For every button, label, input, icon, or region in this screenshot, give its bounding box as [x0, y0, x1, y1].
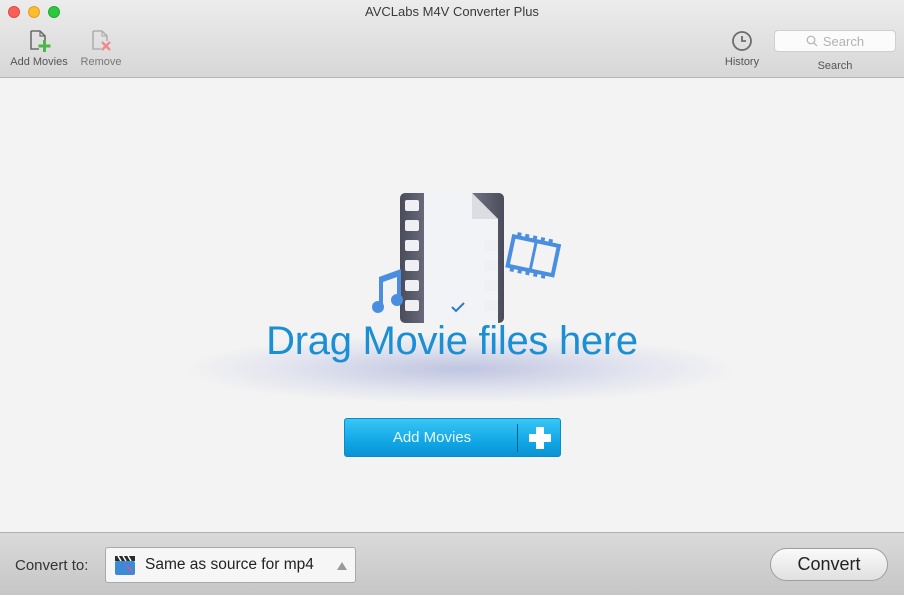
- search-input[interactable]: Search: [774, 30, 896, 52]
- add-movies-toolbar-label: Add Movies: [10, 56, 68, 68]
- output-format-value: Same as source for mp4: [145, 556, 314, 573]
- remove-toolbar-button[interactable]: Remove: [76, 28, 126, 68]
- output-format-select[interactable]: Same as source for mp4: [105, 547, 356, 583]
- search-placeholder: Search: [822, 33, 865, 49]
- app-window: AVCLabs M4V Converter Plus Add Movies Re…: [0, 0, 904, 595]
- convert-button[interactable]: Convert: [770, 548, 888, 581]
- convert-to-label: Convert to:: [15, 557, 89, 574]
- button-divider: [517, 424, 518, 452]
- add-movies-toolbar-button[interactable]: Add Movies: [6, 28, 72, 68]
- title-toolbar: AVCLabs M4V Converter Plus Add Movies Re…: [0, 0, 904, 78]
- window-title: AVCLabs M4V Converter Plus: [365, 4, 539, 19]
- plus-icon: [529, 427, 551, 449]
- add-movies-button[interactable]: Add Movies: [344, 418, 561, 457]
- history-toolbar-label: History: [724, 56, 760, 68]
- drop-zone[interactable]: Drag Movie files here Add Movies: [0, 79, 904, 532]
- bottom-bar: Convert to: Same as source for mp4 Conve…: [0, 532, 904, 595]
- magnifier-icon: [806, 35, 818, 47]
- drop-instruction-text: Drag Movie files here: [266, 319, 638, 363]
- dropdown-caret-icon: [337, 562, 347, 570]
- video-clapboard-icon: [115, 555, 135, 575]
- remove-toolbar-label: Remove: [80, 56, 122, 68]
- add-file-plus-icon: [30, 30, 51, 52]
- history-toolbar-button[interactable]: History: [718, 28, 766, 68]
- clock-icon: [732, 31, 752, 51]
- remove-file-x-icon: [92, 30, 111, 51]
- film-document-music-illustration: [372, 193, 562, 323]
- search-toolbar-label: Search: [817, 60, 853, 72]
- add-movies-button-label: Add Movies: [392, 429, 472, 446]
